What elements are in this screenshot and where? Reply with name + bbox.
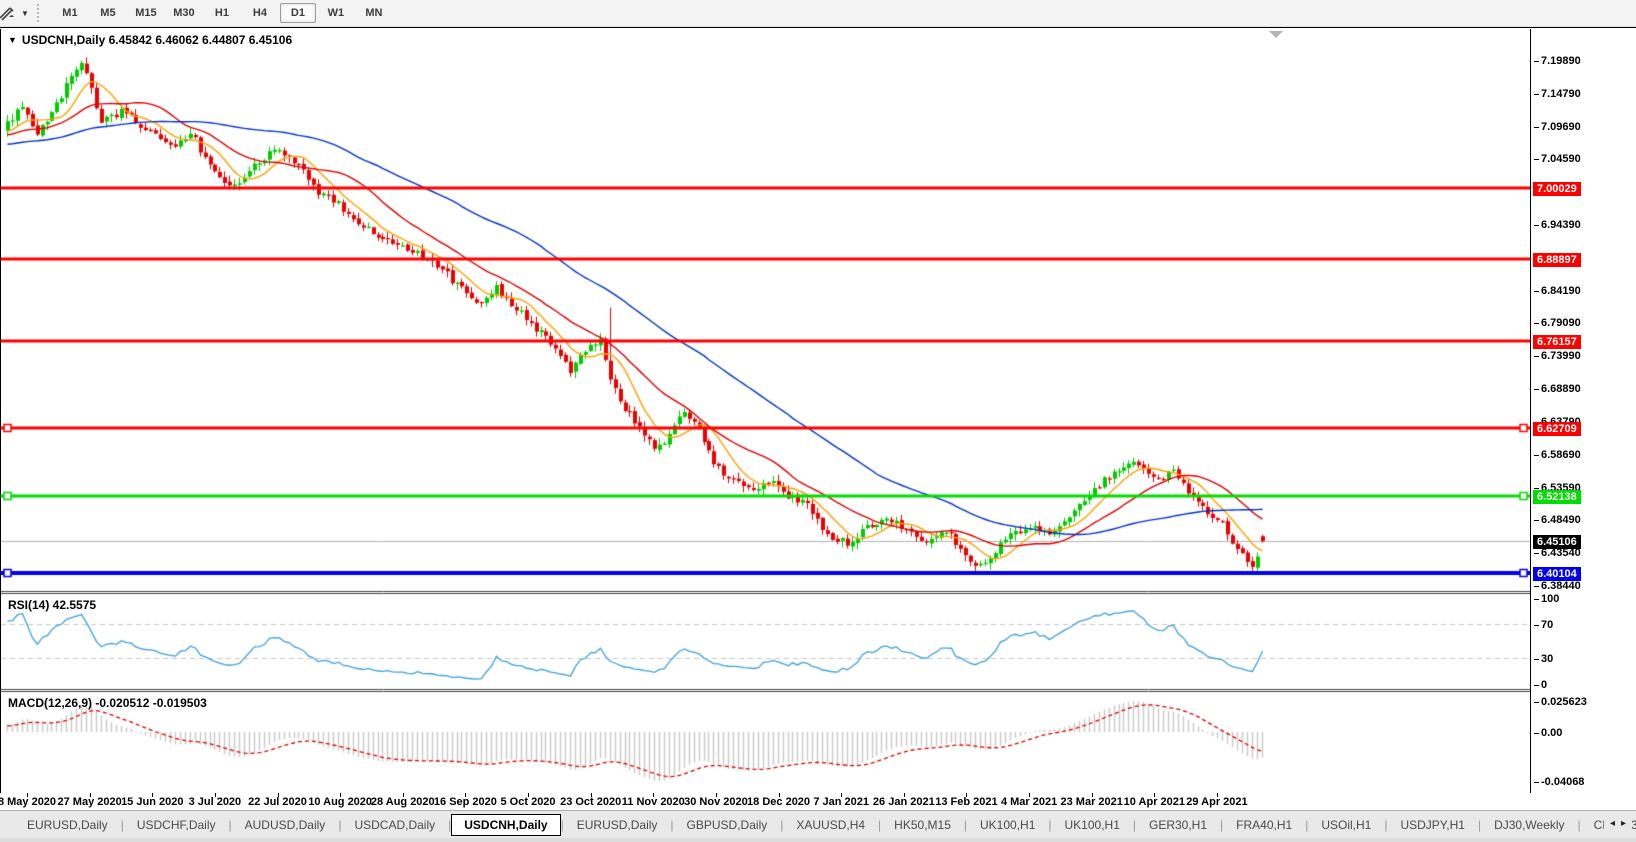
date-label: 10 Apr 2021 <box>1124 796 1185 808</box>
hline-price-label: 7.00029 <box>1533 182 1581 196</box>
tab-scroll-arrows[interactable]: ◂▸ <box>1604 818 1632 829</box>
price-tick-label: 7.04590 <box>1541 152 1581 166</box>
timeframe-button-H1[interactable]: H1 <box>204 3 240 23</box>
chart-tab-USDJPY-H1[interactable]: USDJPY,H1 <box>1387 814 1477 836</box>
current-price-label: 6.45106 <box>1533 535 1581 549</box>
hline-price-label: 6.40104 <box>1533 567 1581 581</box>
date-label: 3 Jul 2020 <box>189 796 242 808</box>
date-label: 7 Jan 2021 <box>813 796 869 808</box>
toolbar-grip <box>37 4 43 22</box>
draw-tool-icon[interactable] <box>0 5 19 21</box>
chart-tab-UK100-H1[interactable]: UK100,H1 <box>967 814 1048 836</box>
chart-title-text: USDCNH,Daily 6.45842 6.46062 6.44807 6.4… <box>22 33 292 47</box>
chart-tab-AUDUSD-Daily[interactable]: AUDUSD,Daily <box>232 814 339 836</box>
rsi-axis-label: 100 <box>1541 592 1559 606</box>
price-tick-label: 6.48490 <box>1541 513 1581 527</box>
timeframe-button-M5[interactable]: M5 <box>90 3 126 23</box>
timeframe-button-M15[interactable]: M15 <box>128 3 164 23</box>
chart-menu-icon[interactable]: ▼ <box>8 35 17 45</box>
chart-tab-GER30-H1[interactable]: GER30,H1 <box>1136 814 1220 836</box>
date-axis[interactable]: 8 May 202027 May 202015 Jun 2020 3 Jul 20… <box>0 793 1636 810</box>
hline-price-label: 6.88897 <box>1533 253 1581 267</box>
date-label: 29 Apr 2021 <box>1186 796 1247 808</box>
price-tick-label: 6.73990 <box>1541 349 1581 363</box>
chart-tab-UK100-H1[interactable]: UK100,H1 <box>1052 814 1133 836</box>
date-label: 13 Feb 2021 <box>935 796 997 808</box>
timeframe-button-D1[interactable]: D1 <box>280 3 316 23</box>
date-label: 28 Aug 2020 <box>371 796 435 808</box>
macd-axis-label: 0.025623 <box>1541 695 1587 709</box>
date-label: 10 Aug 2020 <box>308 796 372 808</box>
macd-axis-label: 0.00 <box>1541 726 1562 740</box>
date-label: 15 Jun 2020 <box>121 796 183 808</box>
date-label: 23 Oct 2020 <box>560 796 621 808</box>
hline-price-label: 6.62709 <box>1533 422 1581 436</box>
price-tick-label: 6.58690 <box>1541 448 1581 462</box>
rsi-axis-label: 0 <box>1541 678 1547 692</box>
price-tick-label: 7.14790 <box>1541 87 1581 101</box>
timeframe-buttons: M1M5M15M30H1H4D1W1MN <box>51 3 393 23</box>
timeframe-button-W1[interactable]: W1 <box>318 3 354 23</box>
chart-tab-EURUSD-Daily[interactable]: EURUSD,Daily <box>564 814 671 836</box>
price-tick-label: 6.68890 <box>1541 382 1581 396</box>
tool-dropdown-icon[interactable]: ▼ <box>21 9 29 18</box>
chart-tab-FRA40-H1[interactable]: FRA40,H1 <box>1223 814 1305 836</box>
price-tick-label: 7.09690 <box>1541 120 1581 134</box>
rsi-axis-label: 30 <box>1541 652 1553 666</box>
date-label: 4 Mar 2021 <box>1001 796 1057 808</box>
chart-tab-USDCAD-Daily[interactable]: USDCAD,Daily <box>341 814 448 836</box>
chart-tab-bar: EURUSD,Daily|USDCHF,Daily|AUDUSD,Daily|U… <box>0 810 1636 838</box>
chart-tab-DJ30-Weekly[interactable]: DJ30,Weekly <box>1481 814 1577 836</box>
date-label: 11 Nov 2020 <box>622 796 685 808</box>
crosshair-pencil-icon <box>0 5 17 21</box>
price-tick-label: 6.84190 <box>1541 284 1581 298</box>
trading-terminal: ▼ M1M5M15M30H1H4D1W1MN ▼ USDCNH,Daily 6.… <box>0 0 1636 842</box>
price-tick-label: 7.19890 <box>1541 54 1581 68</box>
chart-plot-canvas[interactable] <box>0 29 1531 794</box>
date-label: 23 Mar 2021 <box>1061 796 1123 808</box>
timeframe-button-MN[interactable]: MN <box>356 3 392 23</box>
timeframe-button-H4[interactable]: H4 <box>242 3 278 23</box>
rsi-label: RSI(14) 42.5575 <box>8 598 96 612</box>
chart-tab-USDCNH-Daily[interactable]: USDCNH,Daily <box>451 814 560 836</box>
chart-tab-USOil-H1[interactable]: USOil,H1 <box>1308 814 1384 836</box>
date-label: 22 Jul 2020 <box>248 796 307 808</box>
date-label: 16 Sep 2020 <box>434 796 497 808</box>
rsi-axis-label: 70 <box>1541 618 1553 632</box>
date-label: 27 May 2020 <box>58 796 122 808</box>
macd-label: MACD(12,26,9) -0.020512 -0.019503 <box>8 696 207 710</box>
chart-window: ▼ USDCNH,Daily 6.45842 6.46062 6.44807 6… <box>0 27 1636 793</box>
toolbar: ▼ M1M5M15M30H1H4D1W1MN <box>0 0 1636 27</box>
date-label: 8 May 2020 <box>0 796 56 808</box>
chart-tab-GBPUSD-Daily[interactable]: GBPUSD,Daily <box>674 814 781 836</box>
chart-tab-HK50-M15[interactable]: HK50,M15 <box>881 814 964 836</box>
hline-price-label: 6.52138 <box>1533 490 1581 504</box>
date-label: 5 Oct 2020 <box>501 796 556 808</box>
date-label: 30 Nov 2020 <box>684 796 748 808</box>
date-label: 18 Dec 2020 <box>747 796 810 808</box>
chart-tab-EURUSD-Daily[interactable]: EURUSD,Daily <box>14 814 121 836</box>
price-tick-label: 6.94390 <box>1541 218 1581 232</box>
timeframe-button-M30[interactable]: M30 <box>166 3 202 23</box>
price-tick-label: 6.79090 <box>1541 316 1581 330</box>
chart-shift-marker[interactable] <box>1269 31 1283 38</box>
bottom-strip <box>0 838 1636 842</box>
chart-tab-XAUUSD-H4[interactable]: XAUUSD,H4 <box>783 814 878 836</box>
price-axis[interactable]: 7.198907.147907.096907.045906.994906.943… <box>1530 29 1636 794</box>
chart-tab-USDCHF-Daily[interactable]: USDCHF,Daily <box>124 814 229 836</box>
hline-price-label: 6.76157 <box>1533 335 1581 349</box>
timeframe-button-M1[interactable]: M1 <box>52 3 88 23</box>
chart-title: ▼ USDCNH,Daily 6.45842 6.46062 6.44807 6… <box>8 33 292 47</box>
macd-axis-label: -0.04068 <box>1541 775 1584 789</box>
date-label: 26 Jan 2021 <box>873 796 935 808</box>
